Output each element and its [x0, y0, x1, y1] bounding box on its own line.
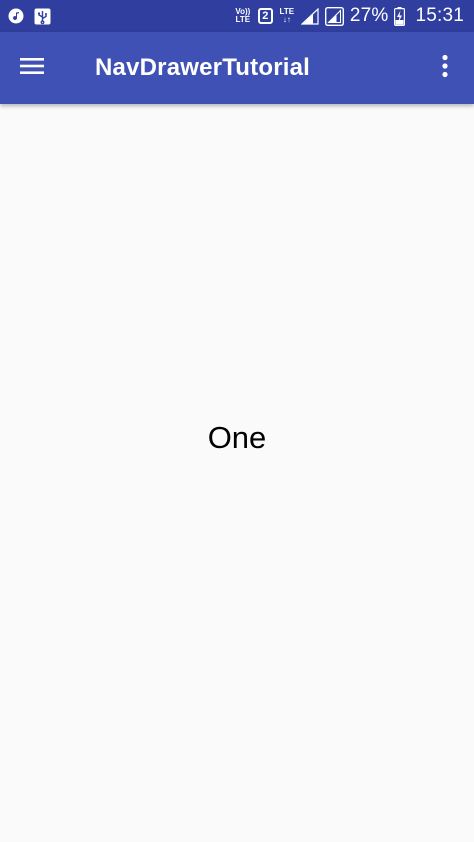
toolbar-title: NavDrawerTutorial: [95, 54, 311, 81]
sim-slot-badge: 2: [257, 8, 273, 24]
main-content: One: [0, 104, 474, 842]
usb-icon: [34, 8, 51, 25]
fragment-text: One: [207, 420, 267, 455]
lte-indicator: LTE ↓↑: [279, 8, 295, 24]
status-bar-left: [8, 8, 51, 25]
app-screen: Vo)) LTE 2 LTE ↓↑ 27% 15:31 NavDrawerTut…: [0, 0, 474, 842]
signal-strength-sim2-icon: [324, 6, 344, 26]
volte-label-bottom: LTE: [235, 15, 251, 24]
nav-drawer-menu-button[interactable]: [0, 32, 64, 104]
app-toolbar: NavDrawerTutorial: [0, 32, 474, 104]
more-vert-icon: [441, 54, 449, 83]
hamburger-menu-icon: [19, 56, 45, 81]
data-arrows-icon: ↓↑: [282, 15, 291, 24]
overflow-menu-button[interactable]: [416, 32, 474, 104]
signal-strength-icon: [300, 7, 319, 25]
battery-charging-icon: [394, 6, 406, 26]
status-clock: 15:31: [415, 5, 464, 26]
status-bar-right: Vo)) LTE 2 LTE ↓↑ 27% 15:31: [234, 5, 464, 27]
battery-percentage: 27%: [349, 5, 389, 26]
music-note-icon: [8, 8, 24, 24]
status-bar: Vo)) LTE 2 LTE ↓↑ 27% 15:31: [0, 0, 474, 32]
volte-indicator: Vo)) LTE: [234, 8, 252, 24]
